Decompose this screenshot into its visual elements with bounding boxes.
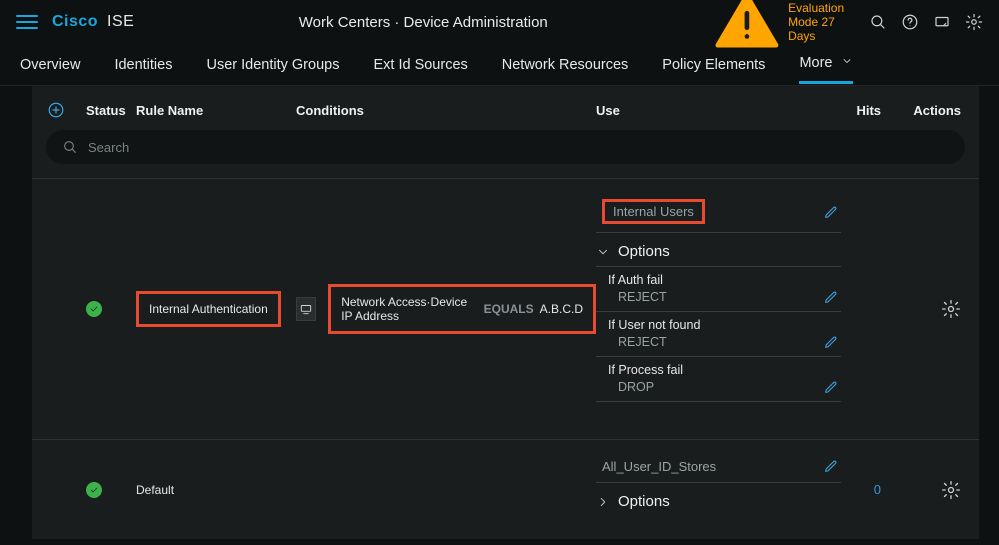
brand-logo: Cisco ISE bbox=[52, 13, 134, 31]
search-input[interactable] bbox=[88, 140, 949, 155]
tab-ext-id-sources[interactable]: Ext Id Sources bbox=[373, 47, 467, 83]
add-rule-button[interactable] bbox=[46, 100, 66, 120]
table-row: Default All_User_ID_Stores Options 0 bbox=[32, 439, 979, 539]
tab-identities[interactable]: Identities bbox=[114, 47, 172, 83]
col-conditions: Conditions bbox=[296, 103, 596, 118]
option-auth-fail: If Auth fail REJECT bbox=[596, 267, 841, 312]
brand-part2: ISE bbox=[107, 13, 134, 30]
table-header: Status Rule Name Conditions Use Hits Act… bbox=[32, 86, 979, 130]
tab-more-label: More bbox=[799, 55, 832, 71]
option-user-not-found: If User not found REJECT bbox=[596, 312, 841, 357]
rule-name[interactable]: Internal Authentication bbox=[136, 291, 281, 327]
edit-icon[interactable] bbox=[823, 334, 839, 350]
edit-icon[interactable] bbox=[823, 458, 839, 474]
menu-icon[interactable] bbox=[16, 11, 38, 33]
options-toggle[interactable]: Options bbox=[596, 483, 841, 516]
options-label: Options bbox=[618, 243, 670, 260]
option-key: If Auth fail bbox=[608, 273, 839, 287]
option-value: REJECT bbox=[608, 335, 667, 349]
evaluation-label: Evaluation Mode 27 Days bbox=[788, 1, 855, 43]
settings-icon[interactable] bbox=[965, 13, 983, 31]
col-actions: Actions bbox=[881, 103, 961, 118]
edit-icon[interactable] bbox=[823, 204, 839, 220]
row-actions-icon[interactable] bbox=[941, 480, 961, 500]
identity-source[interactable]: All_User_ID_Stores bbox=[602, 459, 716, 474]
breadcrumb: Work Centers · Device Administration bbox=[134, 14, 712, 31]
tab-policy-elements[interactable]: Policy Elements bbox=[662, 47, 765, 83]
tab-more[interactable]: More bbox=[799, 45, 852, 84]
nav-tabs: Overview Identities User Identity Groups… bbox=[0, 44, 999, 86]
edit-icon[interactable] bbox=[823, 379, 839, 395]
row-actions-icon[interactable] bbox=[941, 299, 961, 319]
tab-network-resources[interactable]: Network Resources bbox=[502, 47, 629, 83]
col-use: Use bbox=[596, 103, 821, 118]
chevron-down-icon bbox=[596, 245, 610, 259]
use-column: Internal Users Options If Auth fail REJE… bbox=[596, 179, 841, 402]
condition[interactable]: Network Access·Device IP Address EQUALS … bbox=[296, 284, 596, 334]
hits-count: 0 bbox=[841, 482, 881, 497]
use-column: All_User_ID_Stores Options bbox=[596, 440, 841, 516]
option-value: REJECT bbox=[608, 290, 667, 304]
option-key: If User not found bbox=[608, 318, 839, 332]
global-search-icon[interactable] bbox=[869, 13, 887, 31]
rule-name[interactable]: Default bbox=[136, 483, 174, 497]
col-status: Status bbox=[86, 103, 136, 118]
top-bar: Cisco ISE Work Centers · Device Administ… bbox=[0, 0, 999, 44]
policy-table: Status Rule Name Conditions Use Hits Act… bbox=[32, 86, 979, 539]
option-value: DROP bbox=[608, 380, 654, 394]
help-icon[interactable] bbox=[901, 13, 919, 31]
search-bar[interactable] bbox=[46, 130, 965, 164]
identity-source[interactable]: Internal Users bbox=[602, 199, 705, 224]
table-row: Internal Authentication Network Access·D… bbox=[32, 179, 979, 439]
options-label: Options bbox=[618, 493, 670, 510]
lab-icon[interactable] bbox=[933, 13, 951, 31]
option-key: If Process fail bbox=[608, 363, 839, 377]
status-enabled-icon bbox=[86, 301, 102, 317]
status-enabled-icon bbox=[86, 482, 102, 498]
search-icon bbox=[62, 139, 78, 155]
edit-icon[interactable] bbox=[823, 289, 839, 305]
option-process-fail: If Process fail DROP bbox=[596, 357, 841, 402]
tab-overview[interactable]: Overview bbox=[20, 47, 80, 83]
condition-operator: EQUALS bbox=[484, 302, 534, 316]
col-rule-name: Rule Name bbox=[136, 103, 296, 118]
tab-user-identity-groups[interactable]: User Identity Groups bbox=[206, 47, 339, 83]
options-toggle[interactable]: Options bbox=[596, 233, 841, 267]
condition-attribute: Network Access·Device IP Address bbox=[341, 295, 477, 323]
device-icon bbox=[296, 297, 316, 321]
col-hits: Hits bbox=[821, 103, 881, 118]
chevron-right-icon bbox=[596, 495, 610, 509]
brand-part1: Cisco bbox=[52, 13, 98, 30]
condition-value: A.B.C.D bbox=[540, 302, 583, 316]
chevron-down-icon bbox=[841, 55, 853, 67]
